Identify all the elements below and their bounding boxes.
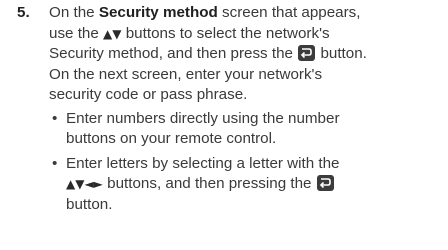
bullet-line: ▲▼◄► buttons, and then pressing the xyxy=(66,174,445,195)
security-method-term: Security method xyxy=(98,4,218,21)
text-segment: use the xyxy=(49,24,104,42)
instruction-step: 5. On the Security method screen that ap… xyxy=(17,3,445,219)
step-line-3: Security method, and then press the butt… xyxy=(49,44,445,65)
enter-button-icon xyxy=(298,45,316,61)
text-segment: Security method, and then press the xyxy=(49,45,298,62)
step-line-1: On the Security method screen that appea… xyxy=(49,3,445,24)
text-segment: buttons, and then pressing the xyxy=(102,175,316,192)
list-item: • Enter numbers directly using the numbe… xyxy=(49,109,445,150)
text-segment: buttons to select the network's xyxy=(121,24,330,42)
text-segment: screen that appears, xyxy=(217,4,361,21)
step-number: 5. xyxy=(17,4,30,21)
step-body: On the Security method screen that appea… xyxy=(49,3,445,215)
step-line-5: security code or pass phrase. xyxy=(49,86,248,103)
text-segment: button. xyxy=(316,45,367,62)
direction-arrows-icon: ▲▼◄► xyxy=(66,177,103,191)
up-down-arrows-icon: ▲▼ xyxy=(103,26,122,41)
enter-button-icon xyxy=(316,175,334,191)
step-line-2: use the ▲▼ buttons to select the network… xyxy=(49,24,445,45)
bullet-glyph: • xyxy=(52,154,58,172)
bullet-line: Enter letters by selecting a letter with… xyxy=(66,154,340,172)
list-item: • Enter letters by selecting a letter wi… xyxy=(49,154,445,216)
bullet-line: buttons on your remote control. xyxy=(66,130,277,147)
step-line-4: On the next screen, enter your network's xyxy=(49,65,323,83)
bullet-list: • Enter numbers directly using the numbe… xyxy=(49,109,445,216)
bullet-line: Enter numbers directly using the number xyxy=(66,109,340,127)
text-segment: On the xyxy=(49,4,99,21)
bullet-line: button. xyxy=(66,195,113,213)
bullet-glyph: • xyxy=(52,109,58,127)
